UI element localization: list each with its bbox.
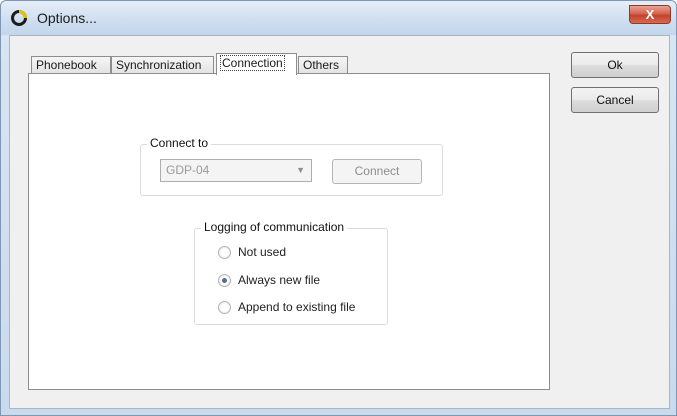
- window-title: Options...: [37, 10, 97, 26]
- cancel-button[interactable]: Cancel: [571, 87, 659, 113]
- ok-button[interactable]: Ok: [571, 52, 659, 78]
- tab-connection[interactable]: Connection: [216, 53, 297, 75]
- tab-label: Synchronization: [116, 58, 202, 72]
- radio-button[interactable]: [218, 246, 231, 259]
- app-logo-icon: [11, 10, 27, 26]
- tab-others[interactable]: Others: [298, 56, 348, 74]
- tab-synchronization[interactable]: Synchronization: [111, 56, 214, 74]
- radio-label: Append to existing file: [238, 300, 356, 314]
- radio-label: Always new file: [238, 273, 321, 287]
- title-bar[interactable]: Options... X: [1, 1, 676, 35]
- tab-label: Others: [303, 58, 340, 72]
- close-icon: X: [645, 7, 655, 22]
- logging-group-label: Logging of communication: [201, 220, 348, 234]
- tab-label: Phonebook: [36, 58, 97, 72]
- device-select-value: GDP-04: [166, 163, 210, 177]
- radio-label: Not used: [238, 245, 287, 259]
- connect-to-label: Connect to: [147, 136, 212, 150]
- radio-button-selected[interactable]: [218, 274, 231, 287]
- radio-button[interactable]: [218, 301, 231, 314]
- tab-phonebook[interactable]: Phonebook: [31, 56, 111, 74]
- tab-label: Connection: [220, 55, 285, 71]
- device-select[interactable]: GDP-04 ▼: [160, 159, 312, 182]
- connect-button[interactable]: Connect: [332, 159, 422, 184]
- chevron-down-icon: ▼: [296, 165, 305, 175]
- close-button[interactable]: X: [629, 5, 671, 24]
